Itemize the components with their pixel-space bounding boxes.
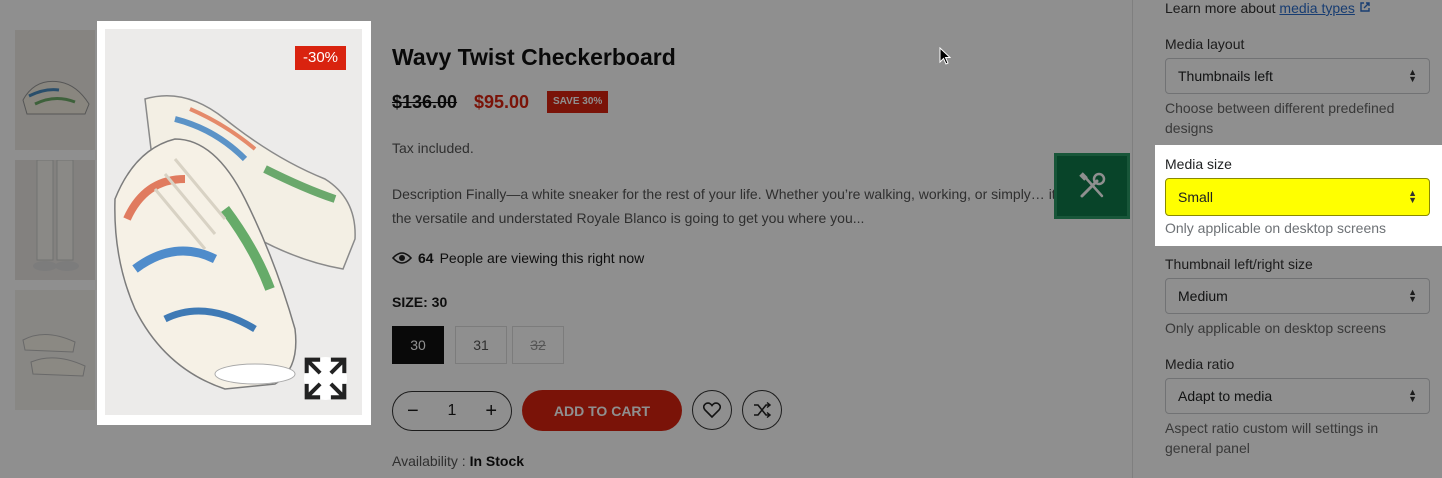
sneaker-thumbnail-image	[15, 30, 95, 150]
compare-icon	[754, 402, 771, 418]
media-layout-label: Media layout	[1165, 36, 1245, 52]
media-size-help: Only applicable on desktop screens	[1165, 220, 1387, 236]
select-arrows-icon: ▲ ▼	[1408, 287, 1417, 304]
media-ratio-label: Media ratio	[1165, 356, 1235, 372]
media-ratio-value: Adapt to media	[1178, 388, 1273, 404]
wishlist-button[interactable]	[692, 390, 732, 430]
select-arrows-icon: ▲ ▼	[1408, 387, 1417, 404]
sale-price: $95.00	[474, 92, 530, 112]
minus-icon[interactable]: −	[407, 400, 419, 423]
media-ratio-select[interactable]: Adapt to media ▲ ▼	[1165, 378, 1430, 414]
media-layout-value: Thumbnails left	[1178, 68, 1273, 84]
tools-icon	[1079, 172, 1106, 198]
select-arrows-icon: ▲ ▼	[1408, 67, 1417, 84]
eye-icon	[392, 252, 412, 264]
media-types-link[interactable]: media types	[1279, 0, 1354, 16]
media-size-setting: Media size Small ▲ ▼ Only applicable on d…	[1155, 145, 1442, 246]
viewers-count: 64	[418, 250, 434, 266]
compare-button[interactable]	[742, 390, 782, 430]
theme-tools-button[interactable]	[1054, 153, 1130, 219]
viewers-text: People are viewing this right now	[439, 250, 645, 266]
size-option-30[interactable]: 30	[392, 326, 444, 364]
select-arrows-icon: ▲ ▼	[1408, 188, 1417, 205]
thumbnail-size-value: Medium	[1178, 288, 1228, 304]
discount-badge: -30%	[295, 46, 347, 70]
sneaker-pair-thumbnail-image	[15, 290, 95, 410]
availability-value: In Stock	[469, 453, 525, 469]
thumbnail-size-label: Thumbnail left/right size	[1165, 256, 1313, 272]
product-description: Description Finally—a white sneaker for …	[392, 186, 1060, 226]
media-ratio-help: Aspect ratio custom will settings in gen…	[1165, 420, 1379, 456]
thumbnail-size-help: Only applicable on desktop screens	[1165, 320, 1387, 336]
media-size-value: Small	[1178, 189, 1214, 205]
heart-icon	[703, 402, 721, 418]
expand-icon	[304, 357, 347, 400]
cursor-icon	[939, 47, 951, 65]
compare-at-price: $136.00	[392, 92, 458, 112]
main-product-image[interactable]: -30%	[105, 29, 362, 415]
quantity-value[interactable]: 1	[448, 402, 457, 420]
main-media-highlight: -30%	[97, 21, 371, 425]
media-layout-select[interactable]: Thumbnails left ▲ ▼	[1165, 58, 1430, 94]
product-title: Wavy Twist Checkerboard	[392, 44, 676, 70]
plus-icon[interactable]: +	[485, 400, 497, 423]
add-to-cart-button[interactable]: ADD TO CART	[522, 390, 682, 431]
save-badge: SAVE 30%	[547, 91, 609, 113]
size-label: SIZE: 30	[392, 294, 448, 310]
media-layout-help: Choose between different predefined desi…	[1165, 100, 1395, 136]
media-types-note: Learn more about media types	[1165, 0, 1371, 16]
zoom-button[interactable]	[304, 357, 347, 400]
thumbnail-2[interactable]	[15, 160, 95, 280]
external-link-icon	[1360, 2, 1370, 12]
media-size-label: Media size	[1165, 156, 1232, 172]
thumbnail-3[interactable]	[15, 290, 95, 410]
learn-more-text: Learn more about	[1165, 0, 1276, 16]
viewers-notice: 64 People are viewing this right now	[392, 250, 644, 266]
availability-label: Availability :	[392, 453, 466, 469]
size-option-31[interactable]: 31	[455, 326, 507, 364]
media-size-select[interactable]: Small ▲ ▼	[1165, 178, 1430, 216]
thumbnail-1[interactable]	[15, 30, 95, 150]
thumbnail-size-select[interactable]: Medium ▲ ▼	[1165, 278, 1430, 314]
quantity-stepper: − 1 +	[392, 391, 512, 431]
availability: Availability : In Stock	[392, 453, 524, 469]
size-option-32[interactable]: 32	[512, 326, 564, 364]
model-thumbnail-image	[15, 160, 95, 280]
tax-note: Tax included.	[392, 140, 474, 156]
